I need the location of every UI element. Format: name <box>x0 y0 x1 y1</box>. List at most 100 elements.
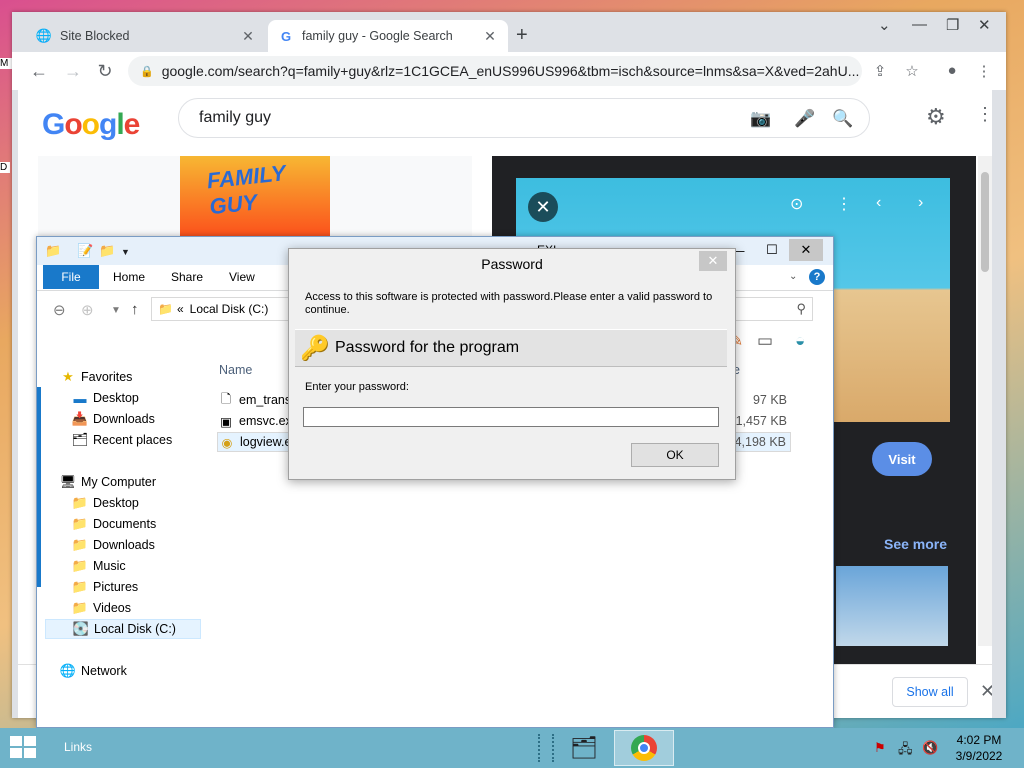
links-toolbar-label[interactable]: Links <box>64 740 92 754</box>
desktop-edge-text: M <box>0 58 12 69</box>
key-icon: 🔑 <box>300 334 330 362</box>
chevron-right-icon[interactable]: › <box>918 194 923 212</box>
nav-item-desktop[interactable]: ▬ Desktop <box>71 388 139 408</box>
search-icon[interactable]: 🔍 <box>832 109 853 129</box>
folder-icon: 📁 <box>71 495 89 510</box>
microphone-icon[interactable]: 🎤 <box>794 109 815 129</box>
tab-title: family guy - Google Search <box>302 29 453 43</box>
see-more-link[interactable]: See more <box>884 536 947 552</box>
file-explorer-taskbar-icon[interactable]: 🗂 <box>554 730 614 766</box>
new-tab-icon[interactable]: + <box>516 24 528 47</box>
scrollbar[interactable] <box>978 156 992 646</box>
tab-google-search[interactable]: G family guy - Google Search ✕ <box>268 20 508 52</box>
document-icon: 🗋 <box>220 391 232 406</box>
back-icon[interactable]: ⊖ <box>53 301 66 319</box>
chrome-taskbar-icon[interactable] <box>614 730 674 766</box>
gear-icon[interactable]: ⚙ <box>926 104 946 130</box>
close-icon[interactable]: ✕ <box>699 251 727 271</box>
column-header-name[interactable]: Name <box>219 363 252 377</box>
nav-item-downloads[interactable]: 📁 Downloads <box>71 535 155 555</box>
show-all-button[interactable]: Show all <box>892 677 968 707</box>
clock-date: 3/9/2022 <box>955 749 1003 763</box>
search-icon: ⚲ <box>796 301 806 316</box>
nav-favorites[interactable]: ★ Favorites <box>59 367 132 387</box>
lens-icon[interactable]: ⊙ <box>790 194 803 214</box>
forward-icon[interactable]: → <box>62 61 84 82</box>
forward-icon[interactable]: ⊕ <box>81 301 94 319</box>
result-thumbnail[interactable]: FAMILY GUY <box>180 156 330 242</box>
action-center-flag-icon[interactable]: ⚑ <box>874 740 886 756</box>
google-g-icon: G <box>280 28 292 44</box>
up-arrow-icon[interactable]: ↑ <box>131 301 139 318</box>
nav-network[interactable]: 🌐 Network <box>59 661 127 681</box>
nav-item-desktop[interactable]: 📁 Desktop <box>71 493 139 513</box>
tab-view[interactable]: View <box>229 265 255 289</box>
password-dialog: Password ✕ Access to this software is pr… <box>288 248 736 480</box>
toolbar-grip[interactable] <box>538 734 544 762</box>
window-edge <box>37 387 41 587</box>
share-icon[interactable]: ⇪ <box>870 62 890 80</box>
close-tab-icon[interactable]: ✕ <box>482 28 498 45</box>
bookmark-star-icon[interactable]: ☆ <box>902 62 922 80</box>
help-icon[interactable]: ? <box>809 269 825 285</box>
address-bar[interactable]: 🔒 google.com/search?q=family+guy&rlz=1C1… <box>128 56 862 86</box>
folder-icon: 📁 <box>158 302 173 316</box>
tab-home[interactable]: Home <box>113 265 145 289</box>
chevron-down-icon[interactable]: ⌄ <box>789 271 797 282</box>
chevron-down-icon[interactable]: ▼ <box>111 305 121 316</box>
related-thumbnail[interactable] <box>836 566 948 646</box>
close-tab-icon[interactable]: ✕ <box>240 28 256 45</box>
star-icon: ★ <box>62 369 74 384</box>
nav-item-documents[interactable]: 📁 Documents <box>71 514 156 534</box>
minimize-icon[interactable]: — <box>912 16 927 33</box>
menu-kebab-icon[interactable]: ⋮ <box>974 62 994 80</box>
properties-icon[interactable]: 📝 <box>77 243 93 259</box>
view-icon[interactable]: ▭ <box>757 331 773 351</box>
chevron-left-icon[interactable]: ‹ <box>876 194 881 212</box>
google-logo[interactable]: Google <box>42 108 140 142</box>
apps-grid-icon[interactable]: ⋮⋮ <box>976 104 992 125</box>
password-label: Enter your password: <box>305 381 409 393</box>
profile-icon[interactable]: ● <box>942 62 962 79</box>
volume-muted-icon[interactable]: 🔇 <box>922 740 938 756</box>
new-folder-icon[interactable]: 📁 <box>99 243 115 259</box>
tab-strip: 🌐 Site Blocked ✕ G family guy - Google S… <box>12 12 1006 52</box>
system-clock[interactable]: 4:02 PM 3/9/2022 <box>948 732 1010 764</box>
chevron-down-icon[interactable]: ⌄ <box>878 16 891 34</box>
maximize-icon[interactable]: ❐ <box>946 16 959 34</box>
nav-item-recent-places[interactable]: 🗂 Recent places <box>71 430 172 450</box>
taskbar: Links 🗂 ⚑ 🖧 🔇 4:02 PM 3/9/2022 <box>0 728 1024 768</box>
camera-icon[interactable]: 📷 <box>750 109 771 129</box>
logview-app-icon: ◉ <box>221 435 233 450</box>
downloads-icon: 📥 <box>71 411 89 426</box>
start-button[interactable] <box>10 736 38 760</box>
shell-icon[interactable]: ◒ <box>795 331 805 351</box>
reload-icon[interactable]: ↻ <box>94 61 116 82</box>
desktop-icon: ▬ <box>73 390 87 406</box>
nav-my-computer[interactable]: 🖥 My Computer <box>59 472 156 492</box>
chevron-down-icon[interactable]: ▼ <box>121 247 130 257</box>
tab-site-blocked[interactable]: 🌐 Site Blocked ✕ <box>26 20 266 52</box>
nav-item-pictures[interactable]: 📁 Pictures <box>71 577 138 597</box>
folder-icon: 📁 <box>71 579 89 594</box>
nav-item-videos[interactable]: 📁 Videos <box>71 598 131 618</box>
more-options-icon[interactable]: ⋮ <box>836 194 852 214</box>
drive-icon: 💽 <box>72 621 90 636</box>
nav-item-local-disk[interactable]: 💽 Local Disk (C:) <box>45 619 201 639</box>
back-icon[interactable]: ← <box>28 61 50 82</box>
tab-share[interactable]: Share <box>171 265 203 289</box>
visit-button[interactable]: Visit <box>872 442 932 476</box>
address-text: Local Disk (C:) <box>189 302 269 316</box>
password-input[interactable] <box>303 407 719 427</box>
nav-item-music[interactable]: 📁 Music <box>71 556 126 576</box>
close-window-icon[interactable]: ✕ <box>978 16 991 34</box>
close-preview-icon[interactable]: ✕ <box>528 192 558 222</box>
maximize-icon[interactable]: ☐ <box>755 239 789 261</box>
network-icon[interactable]: 🖧 <box>898 740 913 762</box>
ok-button[interactable]: OK <box>631 443 719 467</box>
recent-places-icon: 🗂 <box>71 432 89 447</box>
close-icon[interactable]: ✕ <box>980 681 992 702</box>
nav-item-downloads[interactable]: 📥 Downloads <box>71 409 155 429</box>
close-window-icon[interactable]: ✕ <box>789 239 823 261</box>
tab-file[interactable]: File <box>43 265 99 289</box>
